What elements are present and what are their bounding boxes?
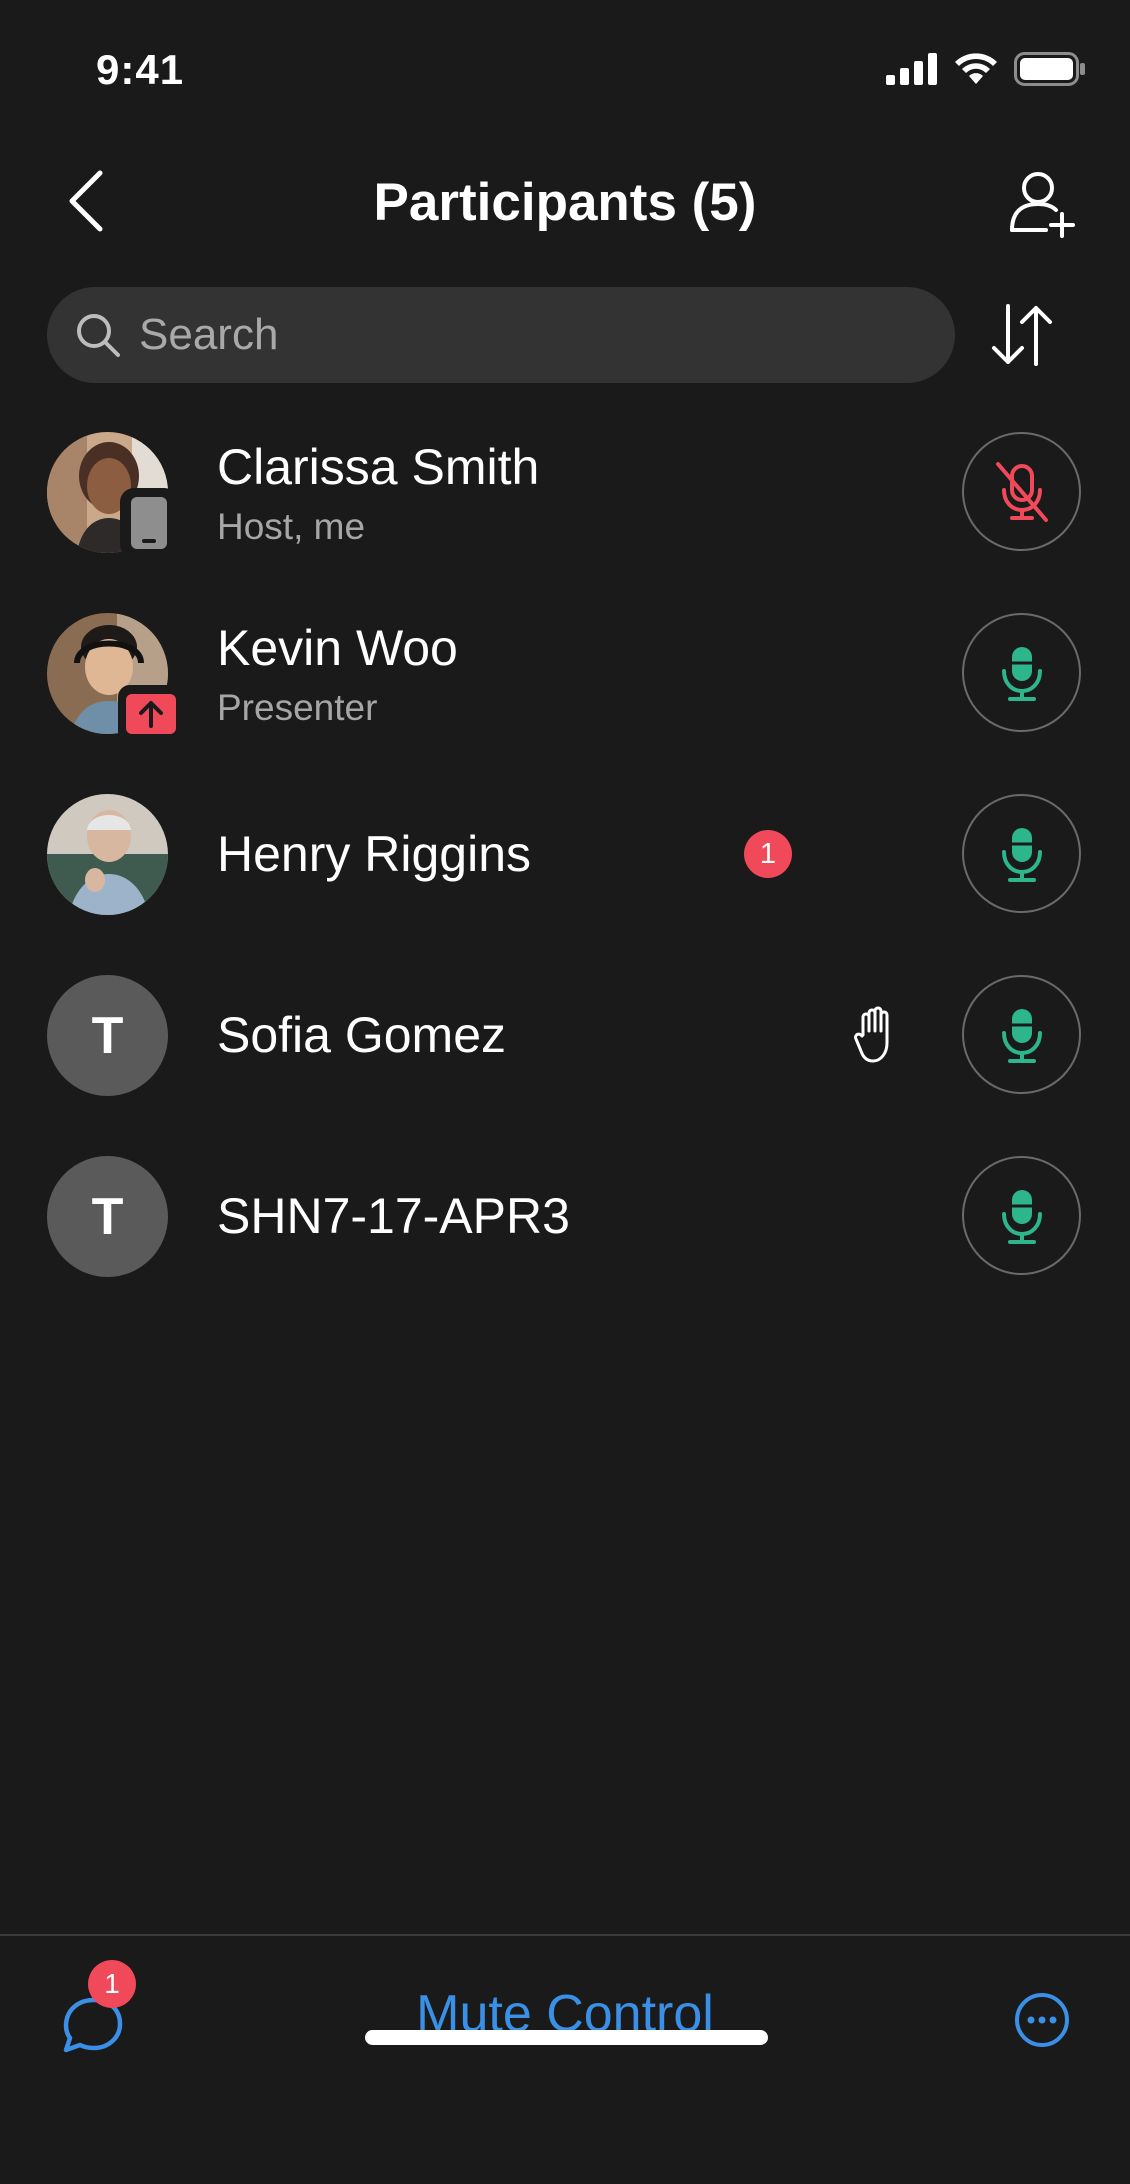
share-screen-icon bbox=[126, 694, 176, 734]
bottom-toolbar: 1 Mute Control bbox=[0, 1934, 1130, 2184]
avatar-initial: T bbox=[47, 1156, 168, 1277]
wifi-icon bbox=[955, 53, 997, 84]
sort-arrows-icon bbox=[992, 304, 1052, 366]
more-options-icon bbox=[1015, 1993, 1069, 2047]
search-input[interactable]: Search bbox=[47, 287, 955, 383]
mic-muted-icon bbox=[995, 461, 1048, 522]
battery-icon bbox=[1014, 52, 1085, 86]
sort-button[interactable] bbox=[990, 300, 1054, 370]
mic-toggle-button[interactable] bbox=[962, 975, 1081, 1094]
status-bar: 9:41 bbox=[0, 0, 1130, 140]
more-options-button[interactable] bbox=[1014, 1992, 1070, 2048]
mic-toggle-button[interactable] bbox=[962, 613, 1081, 732]
participant-role: Presenter bbox=[217, 687, 378, 728]
participant-row[interactable]: Henry Riggins 1 bbox=[0, 794, 1130, 975]
participant-name: Henry Riggins bbox=[217, 826, 532, 882]
mic-icon bbox=[1001, 827, 1042, 882]
participant-row[interactable]: T SHN7-17-APR3 bbox=[0, 1156, 1130, 1337]
page-title: Participants (5) bbox=[373, 173, 757, 232]
mic-icon bbox=[1001, 1189, 1042, 1244]
mobile-phone-icon bbox=[131, 497, 167, 549]
add-user-icon bbox=[1010, 172, 1075, 238]
participant-row[interactable]: T Sofia Gomez bbox=[0, 975, 1130, 1156]
search-placeholder: Search bbox=[139, 310, 279, 359]
mic-icon bbox=[1001, 646, 1042, 701]
participant-role: Host, me bbox=[217, 506, 366, 547]
status-icons bbox=[886, 52, 1086, 86]
mobile-device-badge bbox=[120, 488, 178, 558]
participant-name: Clarissa Smith bbox=[217, 439, 540, 495]
participant-name: Sofia Gomez bbox=[217, 1007, 507, 1063]
header: Participants (5) bbox=[0, 150, 1130, 250]
presenter-badge bbox=[118, 685, 184, 743]
home-indicator[interactable] bbox=[365, 2030, 768, 2045]
participant-row[interactable]: Clarissa Smith Host, me bbox=[0, 432, 1130, 613]
mic-toggle-button[interactable] bbox=[962, 794, 1081, 913]
raised-hand-icon bbox=[854, 1006, 889, 1063]
status-time: 9:41 bbox=[96, 46, 185, 93]
participant-name: Kevin Woo bbox=[217, 620, 458, 676]
participant-row[interactable]: Kevin Woo Presenter bbox=[0, 613, 1130, 794]
participant-name: SHN7-17-APR3 bbox=[217, 1188, 570, 1244]
mic-icon bbox=[1001, 1008, 1042, 1063]
add-participant-button[interactable] bbox=[1006, 166, 1080, 240]
unread-count-badge: 1 bbox=[744, 830, 792, 878]
search-icon bbox=[77, 314, 120, 357]
mic-toggle-button[interactable] bbox=[962, 432, 1081, 551]
avatar bbox=[47, 794, 168, 915]
mic-toggle-button[interactable] bbox=[962, 1156, 1081, 1275]
cellular-signal-icon bbox=[886, 53, 937, 85]
avatar-initial: T bbox=[47, 975, 168, 1096]
